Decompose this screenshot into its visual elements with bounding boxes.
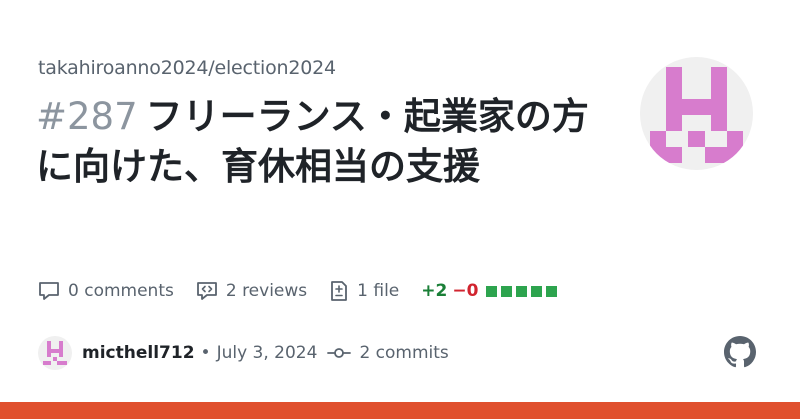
pr-number: #287 [36,95,138,138]
author-identicon [43,341,67,365]
additions-count: +2 [421,281,448,301]
comment-icon [39,282,59,300]
repo-name[interactable]: takahiroanno2024/election2024 [38,57,336,79]
diff-blocks [486,285,561,297]
pr-stats: 0 comments 2 reviews 1 file +2 −0 [38,280,561,302]
files-stat[interactable]: 1 file [329,280,399,302]
diff-block [531,285,543,297]
author-name[interactable]: micthell712 [82,343,195,363]
comments-count: 0 comments [68,281,174,301]
files-count: 1 file [357,281,400,301]
meta-separator: • [200,343,211,363]
file-diff-icon [331,281,348,301]
diff-block [516,285,528,297]
diff-block [501,285,513,297]
pr-date: July 3, 2024 [216,343,318,363]
reviews-stat[interactable]: 2 reviews [196,281,307,301]
pr-title: #287 フリーランス・起業家の方に向けた、育休相当の支援 [36,92,596,192]
diff-stat: +2 −0 [421,281,561,301]
author-avatar[interactable] [38,336,72,370]
review-icon [196,282,217,300]
diff-block [486,285,498,297]
language-bar [0,402,800,419]
github-logo[interactable] [724,336,756,372]
identicon [650,67,743,163]
comments-stat[interactable]: 0 comments [38,281,174,301]
pr-meta: micthell712 • July 3, 2024 2 commits [38,336,449,370]
reviews-count: 2 reviews [225,281,308,301]
repo-owner-avatar [640,57,753,170]
github-icon [724,336,756,368]
deletions-count: −0 [452,281,479,301]
commit-icon [327,348,352,358]
diff-block [546,285,558,297]
commits-count[interactable]: 2 commits [359,343,448,363]
